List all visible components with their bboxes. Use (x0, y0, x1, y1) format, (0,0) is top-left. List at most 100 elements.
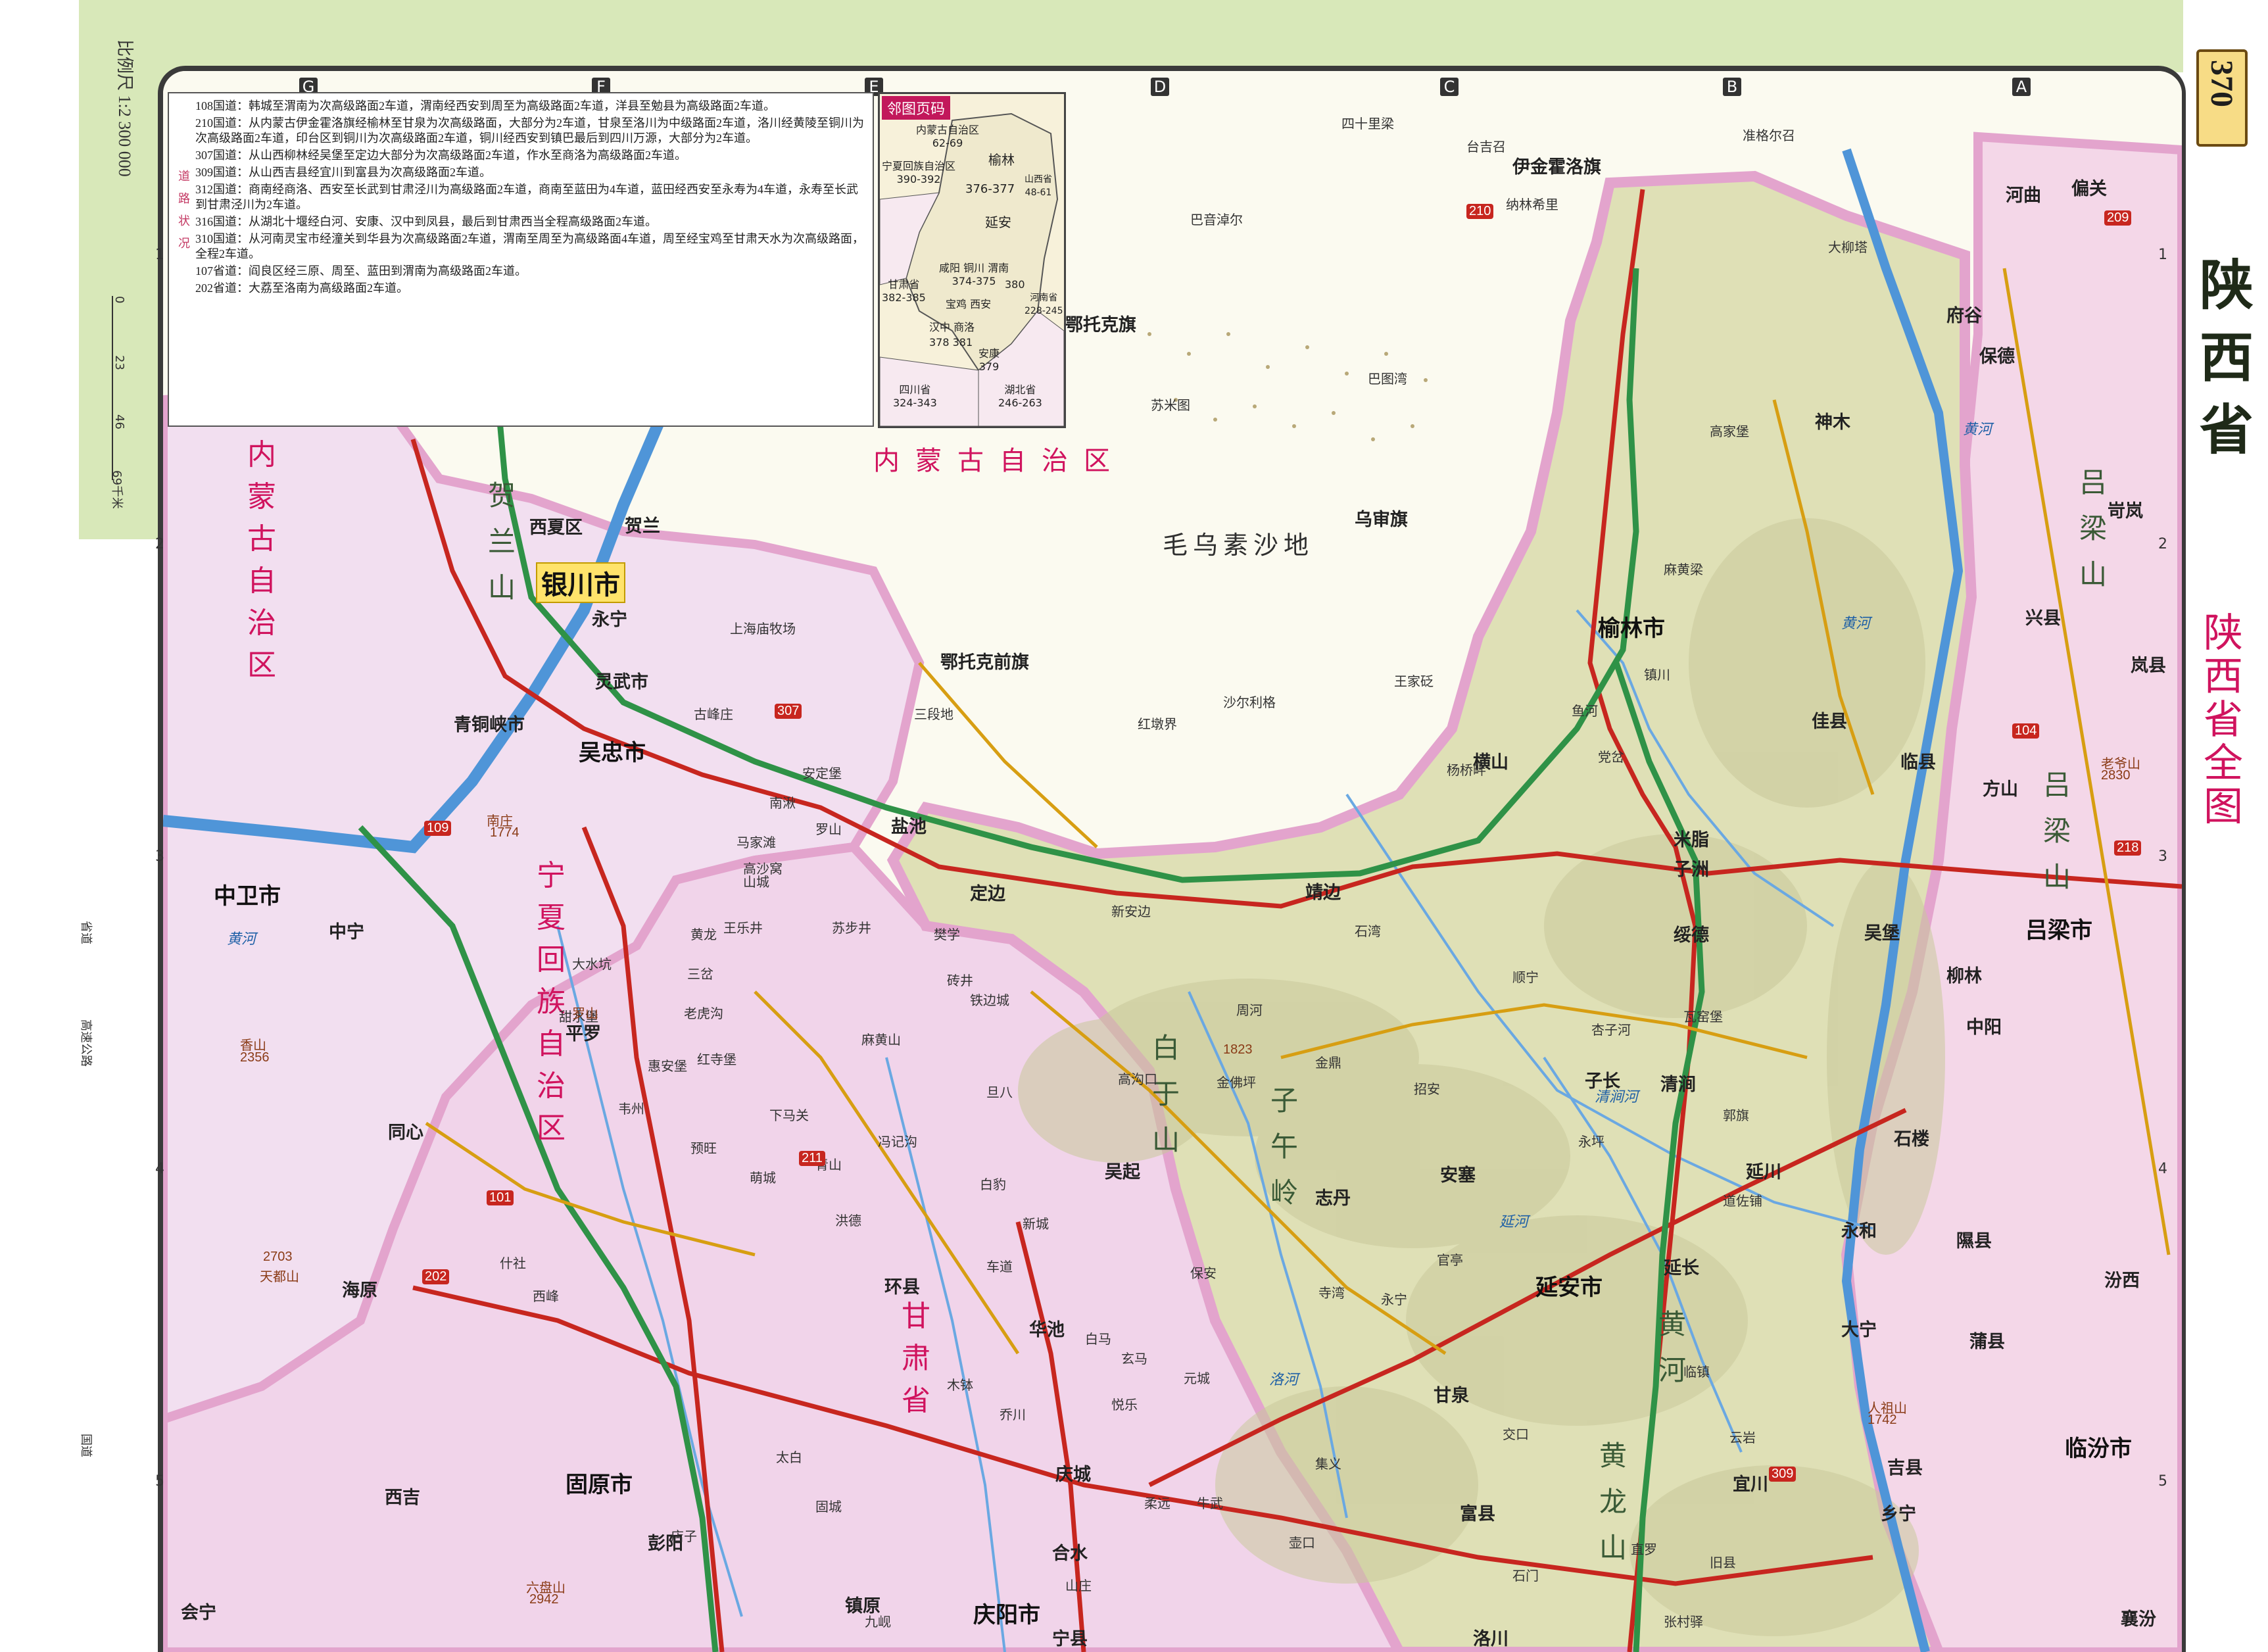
city-wuzhong[interactable]: 吴忠市 (579, 735, 646, 767)
road-legend-strip: 省道 高速公路 国道 (79, 921, 122, 1513)
scale-ticks: 0 23 46 69千米 (110, 296, 126, 509)
title-char: 陕 (2200, 256, 2254, 316)
county-label: 永和 (1841, 1221, 1877, 1241)
county-label: 吉县 (1887, 1458, 1923, 1478)
city-yulin[interactable]: 榆林市 (1598, 610, 1665, 643)
town-label: 寺湾 (1318, 1286, 1345, 1301)
title-char: 省 (2200, 401, 2254, 460)
county-label: 伊金霍洛旗 (1512, 157, 1601, 177)
town-label: 南湫 (769, 796, 796, 811)
city-yanan[interactable]: 延安市 (1535, 1269, 1603, 1301)
town-label: 上海庙牧场 (730, 622, 796, 637)
scale-tick: 23 (112, 355, 126, 370)
county-label: 延长 (1664, 1258, 1699, 1278)
grid-number: 2 (2158, 536, 2167, 552)
river-label: 清涧河 (1595, 1088, 1639, 1105)
inset-cell: 四川省 324-343 (893, 383, 937, 409)
helan-mountains: 贺兰山 (487, 481, 516, 604)
town-label: 高沙窝 (743, 862, 783, 877)
inset-cell: 汉中 商洛 (929, 321, 975, 333)
legend-row: 202省道：大荔至洛南为高级路面2车道。 (195, 281, 408, 295)
town-label: 木钵 (947, 1378, 973, 1393)
city-lvliang[interactable]: 吕梁市 (2025, 912, 2092, 944)
region-gansu: 甘肃省 (902, 1300, 930, 1417)
town-label: 古峰庄 (694, 708, 733, 722)
town-label: 郭旗 (1723, 1109, 1749, 1123)
legend-row: 312国道：商南经商洛、西安至长武到甘肃泾川为高级路面2车道，商南至蓝田为4车道… (195, 183, 858, 211)
legend-rows: 108国道：韩城至渭南为次高级路面2车道，渭南经西安到周至为高级路面2车道，洋县… (195, 99, 866, 298)
subtitle-char: 省 (2204, 698, 2243, 742)
subtitle-char: 西 (2204, 654, 2243, 698)
county-label: 富县 (1460, 1504, 1495, 1524)
peak-height: 2942 (529, 1592, 559, 1607)
town-label: 柔远 (1144, 1497, 1170, 1511)
city-linfen[interactable]: 临汾市 (2065, 1430, 2132, 1463)
county-label: 米脂 (1674, 830, 1709, 850)
county-label: 蒲县 (1969, 1332, 2005, 1351)
inset-cell: 378 381 (929, 336, 973, 349)
town-label: 悦乐 (1111, 1398, 1138, 1413)
grid-number: 3 (155, 848, 164, 865)
county-label: 盐池 (891, 817, 927, 837)
river-label: 黄河 (1841, 615, 1871, 631)
county-label: 河曲 (2006, 185, 2041, 205)
road-shield: 202 (422, 1269, 450, 1284)
grid-number: 4 (155, 1161, 164, 1177)
inset-cell: 榆林 (988, 152, 1015, 168)
town-label: 九岘 (865, 1615, 891, 1630)
grid-number: 5 (155, 1473, 164, 1490)
town-label: 巴图湾 (1368, 372, 1407, 387)
title-char: 西 (2200, 328, 2254, 388)
yellow-river-label: 黄河 (1658, 1310, 1686, 1386)
county-label: 庆城 (1055, 1465, 1091, 1484)
town-label: 直罗 (1631, 1543, 1657, 1557)
grid-letter: C (1440, 78, 1459, 96)
county-label: 汾西 (2104, 1271, 2140, 1290)
city-yinchuan[interactable]: 银川市 (536, 562, 625, 603)
inset-cell: 376-377 (965, 182, 1015, 196)
town-label: 永坪 (1578, 1135, 1604, 1150)
page-number-tag: 370 (2196, 49, 2248, 147)
region-ningxia: 宁夏回族自治区 (537, 860, 566, 1144)
town-label: 壶口 (1289, 1536, 1315, 1551)
town-label: 韦州 (618, 1102, 644, 1117)
inset-cell: 甘肃省 382-385 (882, 278, 926, 304)
inset-cell: 380 (1005, 278, 1025, 291)
county-label: 会宁 (181, 1603, 216, 1622)
county-label: 永宁 (592, 610, 627, 629)
town-label: 樊学 (934, 928, 960, 942)
road-shield: 309 (1769, 1467, 1797, 1482)
town-label: 新城 (1023, 1217, 1049, 1232)
town-label: 台吉召 (1466, 140, 1506, 155)
county-label: 神木 (1815, 412, 1850, 432)
county-label: 海原 (342, 1280, 377, 1300)
city-qingyang[interactable]: 庆阳市 (973, 1597, 1040, 1629)
city-guyuan[interactable]: 固原市 (566, 1467, 633, 1499)
town-label: 固城 (815, 1500, 842, 1515)
inset-cell: 宁夏回族自治区 390-392 (882, 160, 956, 185)
town-label: 临镇 (1683, 1365, 1710, 1380)
town-label: 保安 (1190, 1267, 1217, 1281)
town-label: 白马 (1085, 1332, 1111, 1347)
grid-number: 1 (2158, 247, 2167, 263)
town-label: 麻黄梁 (1664, 563, 1703, 577)
town-label: 惠安堡 (648, 1059, 687, 1074)
county-label: 乌审旗 (1355, 510, 1408, 529)
county-label: 岢岚 (2108, 501, 2143, 521)
peak-height: 2830 (2101, 768, 2131, 783)
town-label: 党岔 (1598, 750, 1624, 765)
peak-label: 罗山 (572, 1007, 598, 1021)
legend-row: 316国道：从湖北十堰经白河、安康、汉中到凤县，最后到甘肃西当全程高级路面2车道… (195, 215, 657, 228)
subtitle-char: 陕 (2204, 611, 2243, 655)
city-zhongwei[interactable]: 中卫市 (214, 878, 281, 910)
county-label: 甘泉 (1434, 1386, 1469, 1405)
region-inner-mongolia: 内蒙古自治区 (873, 446, 1126, 475)
road-condition-legend: 道 路 状 况 108国道：韩城至渭南为次高级路面2车道，渭南经西安到周至为高级… (168, 92, 874, 427)
river-label: 洛河 (1269, 1371, 1299, 1388)
town-label: 高家堡 (1710, 425, 1749, 439)
inset-cell: 内蒙古自治区 62-69 (916, 124, 980, 149)
top-margin-band (79, 0, 2183, 72)
town-label: 车道 (986, 1260, 1013, 1275)
grid-letter: B (1723, 78, 1741, 96)
town-label: 玄马 (1121, 1352, 1147, 1367)
